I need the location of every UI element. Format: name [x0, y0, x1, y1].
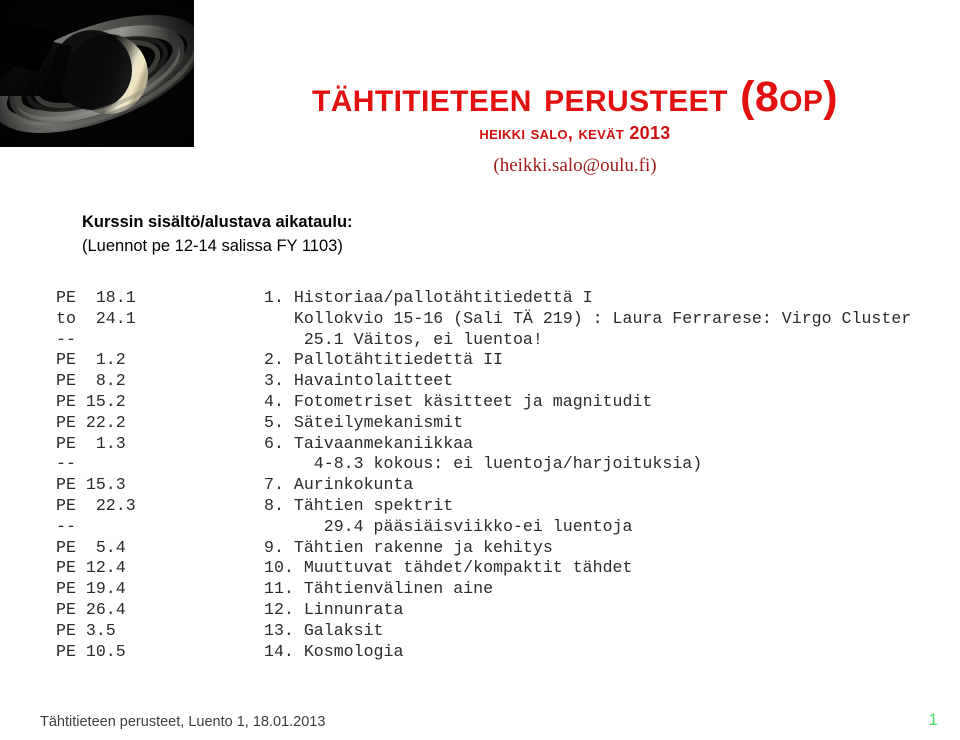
course-outline-heading: Kurssin sisältö/alustava aikataulu: (Lue… — [82, 212, 353, 257]
schedule-date: PE 26.4 — [56, 599, 126, 619]
schedule-topic: 2. Pallotähtitiedettä II — [264, 350, 503, 370]
schedule-date: PE 18.1 — [56, 288, 136, 307]
schedule-date: PE 19.4 — [56, 579, 126, 599]
schedule-row: PE 15.2 4. Fotometriset käsitteet ja magn… — [0, 392, 960, 413]
schedule-row: PE 15.3 7. Aurinkokunta — [0, 475, 960, 496]
schedule-date: PE 5.4 — [56, 537, 126, 557]
saturn-illustration — [0, 0, 194, 147]
schedule-topic: 3. Havaintolaitteet — [264, 371, 454, 391]
schedule-date: PE 22.3 — [56, 495, 136, 515]
schedule-topic: 4-8.3 kokous: ei luentoja/harjoituksia) — [264, 454, 703, 474]
schedule-row: to 24.1 Kollokvio 15-16 (Sali TÄ 219) : … — [0, 309, 960, 330]
schedule-row: -- 25.1 Väitos, ei luentoa! — [0, 330, 960, 351]
outline-heading-line2: (Luennot pe 12-14 salissa FY 1103) — [82, 237, 343, 255]
page-number: 1 — [928, 710, 938, 729]
schedule-row: PE 26.4 12. Linnunrata — [0, 600, 960, 621]
schedule-topic: 9. Tähtien rakenne ja kehitys — [264, 537, 553, 557]
schedule-topic: 12. Linnunrata — [264, 599, 404, 619]
author-email: (heikki.salo@oulu.fi) — [493, 155, 657, 176]
schedule-date: PE 22.2 — [56, 412, 126, 432]
schedule-date: PE 15.3 — [56, 475, 126, 495]
schedule-topic: 8. Tähtien spektrit — [264, 495, 454, 515]
schedule-topic: 1. Historiaa/pallotähtitiedettä I — [264, 288, 593, 307]
schedule-date: PE 8.2 — [56, 371, 126, 391]
schedule-row: PE 1.3 6. Taivaanmekaniikkaa — [0, 434, 960, 455]
schedule-row: PE 10.5 14. Kosmologia — [0, 642, 960, 663]
schedule-topic: 10. Muuttuvat tähdet/kompaktit tähdet — [264, 558, 633, 578]
schedule-row: PE 18.1 1. Historiaa/pallotähtitiedettä I — [0, 288, 960, 309]
schedule-row: PE 3.5 13. Galaksit — [0, 621, 960, 642]
schedule-date: -- — [56, 454, 76, 474]
schedule-date: PE 3.5 — [56, 620, 116, 640]
page-title: TÄHTITIETEEN PERUSTEET (8OP) — [311, 73, 839, 121]
schedule-row: PE 12.4 10. Muuttuvat tähdet/kompaktit tä… — [0, 558, 960, 579]
schedule-date: to 24.1 — [56, 308, 136, 328]
saturn-hero-image — [0, 0, 194, 147]
title-block: TÄHTITIETEEN PERUSTEET (8OP) HEIKKI SALO… — [195, 74, 955, 178]
schedule-row: PE 19.4 11. Tähtienvälinen aine — [0, 579, 960, 600]
schedule-row: PE 8.2 3. Havaintolaitteet — [0, 371, 960, 392]
schedule-row: PE 22.3 8. Tähtien spektrit — [0, 496, 960, 517]
lecture-schedule-list: PE 18.1 1. Historiaa/pallotähtitiedettä I… — [0, 288, 960, 662]
schedule-date: PE 1.2 — [56, 350, 126, 370]
footer-caption: Tähtitieteen perusteet, Luento 1, 18.01.… — [40, 714, 326, 730]
schedule-topic: 14. Kosmologia — [264, 641, 404, 661]
schedule-row: -- 29.4 pääsiäisviikko-ei luentoja — [0, 517, 960, 538]
schedule-row: -- 4-8.3 kokous: ei luentoja/harjoituksi… — [0, 454, 960, 475]
schedule-date: PE 12.4 — [56, 558, 126, 578]
schedule-topic: 13. Galaksit — [264, 620, 384, 640]
page-subtitle: HEIKKI SALO, KEVÄT 2013 — [479, 123, 671, 143]
schedule-row: PE 1.2 2. Pallotähtitiedettä II — [0, 350, 960, 371]
schedule-date: PE 10.5 — [56, 641, 126, 661]
schedule-date: -- — [56, 329, 76, 349]
schedule-date: -- — [56, 516, 76, 536]
schedule-topic: 25.1 Väitos, ei luentoa! — [264, 329, 543, 349]
schedule-row: PE 22.2 5. Säteilymekanismit — [0, 413, 960, 434]
schedule-date: PE 1.3 — [56, 433, 126, 453]
schedule-topic: Kollokvio 15-16 (Sali TÄ 219) : Laura Fe… — [264, 308, 912, 328]
schedule-topic: 5. Säteilymekanismit — [264, 412, 464, 432]
schedule-row: PE 5.4 9. Tähtien rakenne ja kehitys — [0, 538, 960, 559]
outline-heading-line1: Kurssin sisältö/alustava aikataulu: — [82, 213, 353, 231]
schedule-topic: 11. Tähtienvälinen aine — [264, 579, 494, 599]
schedule-topic: 6. Taivaanmekaniikkaa — [264, 433, 474, 453]
schedule-date: PE 15.2 — [56, 391, 126, 411]
schedule-topic: 4. Fotometriset käsitteet ja magnitudit — [264, 391, 653, 411]
schedule-topic: 7. Aurinkokunta — [264, 475, 414, 495]
schedule-topic: 29.4 pääsiäisviikko-ei luentoja — [264, 516, 633, 536]
